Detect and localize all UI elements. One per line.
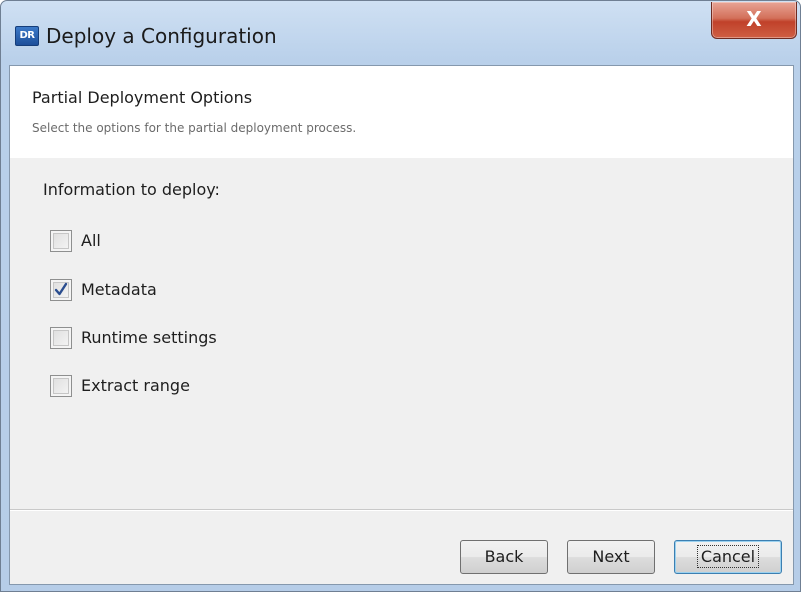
dialog-window: DR Deploy a Configuration X Partial Depl… bbox=[0, 0, 801, 592]
app-logo-icon: DR bbox=[15, 26, 39, 46]
title-bar[interactable]: DR Deploy a Configuration X bbox=[1, 1, 800, 65]
next-button-label: Next bbox=[592, 547, 630, 566]
cancel-button[interactable]: Cancel bbox=[674, 540, 782, 574]
runtime-settings-checkbox[interactable] bbox=[50, 327, 72, 349]
section-label: Information to deploy: bbox=[43, 180, 220, 199]
window-title: Deploy a Configuration bbox=[46, 24, 277, 48]
back-button[interactable]: Back bbox=[460, 540, 548, 574]
next-button[interactable]: Next bbox=[567, 540, 655, 574]
dialog-body: Partial Deployment Options Select the op… bbox=[9, 65, 794, 585]
footer-divider bbox=[10, 509, 793, 511]
option-label: All bbox=[81, 231, 101, 250]
cancel-button-label: Cancel bbox=[696, 545, 760, 568]
page-subtitle: Select the options for the partial deplo… bbox=[32, 121, 357, 135]
option-label: Extract range bbox=[81, 376, 190, 395]
checkmark-icon bbox=[54, 282, 68, 296]
option-label: Metadata bbox=[81, 280, 157, 299]
back-button-label: Back bbox=[484, 547, 524, 566]
extract-range-checkbox[interactable] bbox=[50, 375, 72, 397]
metadata-checkbox[interactable] bbox=[50, 279, 72, 301]
option-label: Runtime settings bbox=[81, 328, 217, 347]
page-title: Partial Deployment Options bbox=[32, 88, 253, 107]
all-checkbox[interactable] bbox=[50, 230, 72, 252]
close-button[interactable]: X bbox=[711, 2, 797, 39]
wizard-header: Partial Deployment Options Select the op… bbox=[10, 66, 793, 158]
